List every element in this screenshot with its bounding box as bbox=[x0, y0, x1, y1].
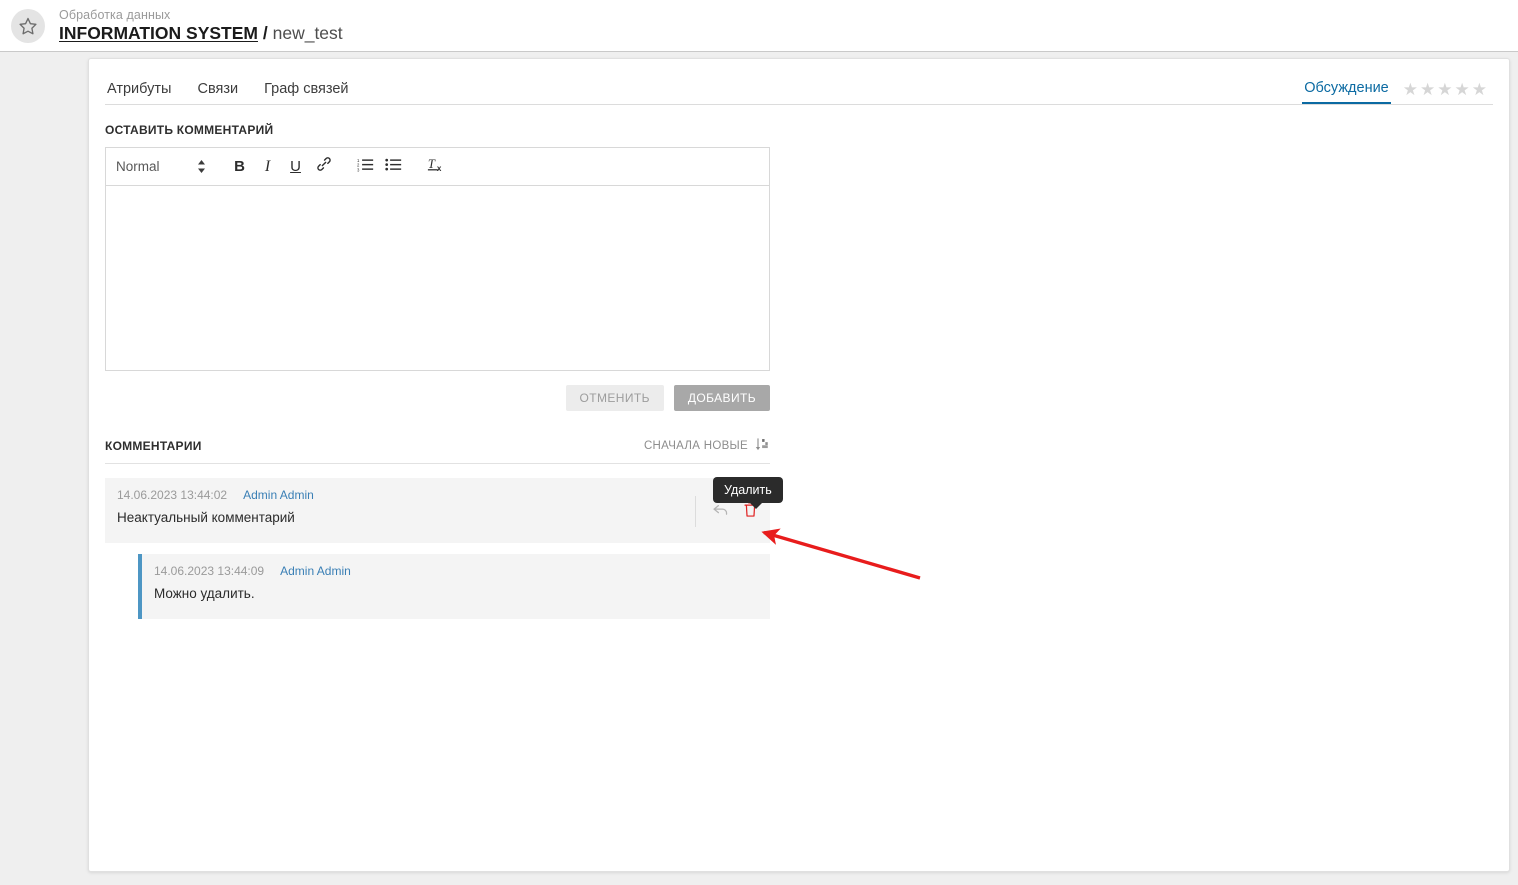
comment-body: 14.06.2023 13:44:09 Admin Admin Можно уд… bbox=[154, 564, 758, 603]
comment-item-reply: 14.06.2023 13:44:09 Admin Admin Можно уд… bbox=[138, 554, 770, 620]
svg-text:x: x bbox=[436, 163, 441, 172]
bullet-list-button[interactable] bbox=[380, 154, 408, 180]
link-icon bbox=[316, 156, 332, 177]
tab-discussion[interactable]: Обсуждение bbox=[1302, 80, 1391, 104]
link-button[interactable] bbox=[310, 154, 338, 180]
comment-form: ОСТАВИТЬ КОММЕНТАРИЙ Normal B I U 1 2 3 … bbox=[89, 105, 1509, 411]
comments-header: КОММЕНТАРИИ СНАЧАЛА НОВЫЕ bbox=[105, 437, 770, 464]
rating-star-2[interactable]: ★ bbox=[1420, 81, 1435, 98]
comment-form-actions: ОТМЕНИТЬ ДОБАВИТЬ bbox=[105, 385, 770, 411]
content-card: Атрибуты Связи Граф связей Обсуждение ★ … bbox=[88, 58, 1510, 872]
clear-formatting-button[interactable]: T x bbox=[422, 154, 450, 180]
rating-stars: ★ ★ ★ ★ ★ bbox=[1403, 81, 1489, 98]
ordered-list-icon: 1 2 3 bbox=[357, 157, 374, 177]
tab-attributes[interactable]: Атрибуты bbox=[107, 81, 171, 104]
italic-button[interactable]: I bbox=[254, 154, 282, 180]
tab-bar: Атрибуты Связи Граф связей Обсуждение ★ … bbox=[105, 75, 1493, 105]
sort-descending-icon bbox=[755, 437, 770, 455]
reply-button[interactable] bbox=[712, 502, 729, 522]
tab-relations[interactable]: Связи bbox=[197, 81, 238, 104]
underline-button[interactable]: U bbox=[282, 154, 310, 180]
clear-formatting-icon: T x bbox=[427, 156, 445, 178]
breadcrumb-system-link[interactable]: INFORMATION SYSTEM bbox=[59, 23, 258, 43]
editor-toolbar: Normal B I U 1 2 3 T x bbox=[105, 147, 770, 185]
favorite-button[interactable] bbox=[11, 8, 45, 43]
comment-body: 14.06.2023 13:44:02 Admin Admin Неактуал… bbox=[117, 488, 695, 527]
chevron-updown-icon bbox=[197, 159, 206, 174]
comment-date: 14.06.2023 13:44:09 bbox=[154, 564, 265, 579]
breadcrumb-current: new_test bbox=[272, 22, 343, 43]
add-comment-button[interactable]: ДОБАВИТЬ bbox=[673, 385, 770, 411]
cancel-button[interactable]: ОТМЕНИТЬ bbox=[565, 385, 664, 411]
rating-star-1[interactable]: ★ bbox=[1403, 81, 1418, 98]
rating-star-5[interactable]: ★ bbox=[1472, 81, 1487, 98]
sort-label: СНАЧАЛА НОВЫЕ bbox=[643, 440, 748, 452]
breadcrumb-parent: Обработка данных bbox=[59, 8, 171, 22]
ordered-list-button[interactable]: 1 2 3 bbox=[352, 154, 380, 180]
comment-date: 14.06.2023 13:44:02 bbox=[117, 488, 228, 502]
tab-bar-right: Обсуждение ★ ★ ★ ★ ★ bbox=[1302, 80, 1489, 104]
comments-title: КОММЕНТАРИИ bbox=[105, 439, 202, 453]
breadcrumb: Обработка данных INFORMATION SYSTEM / ne… bbox=[59, 9, 343, 42]
reply-arrow-icon bbox=[712, 502, 729, 522]
comments-section: КОММЕНТАРИИ СНАЧАЛА НОВЫЕ 14.06.2023 13:… bbox=[89, 411, 786, 620]
comment-item: 14.06.2023 13:44:02 Admin Admin Неактуал… bbox=[105, 478, 770, 544]
comment-input[interactable] bbox=[105, 185, 770, 371]
comment-text: Неактуальный комментарий bbox=[117, 510, 295, 525]
comment-meta: 14.06.2023 13:44:02 Admin Admin bbox=[117, 488, 695, 502]
comment-author[interactable]: Admin Admin bbox=[280, 564, 351, 578]
svg-text:T: T bbox=[427, 157, 435, 171]
star-outline-icon bbox=[18, 16, 38, 36]
bullet-list-icon bbox=[385, 157, 402, 177]
rating-star-4[interactable]: ★ bbox=[1455, 81, 1470, 98]
format-select-value: Normal bbox=[116, 159, 160, 174]
bold-button[interactable]: B bbox=[226, 154, 254, 180]
tab-relation-graph[interactable]: Граф связей bbox=[264, 81, 348, 104]
format-select[interactable]: Normal bbox=[116, 155, 206, 179]
app-header: Обработка данных INFORMATION SYSTEM / ne… bbox=[0, 0, 1518, 52]
breadcrumb-separator: / bbox=[262, 22, 268, 43]
sort-control[interactable]: СНАЧАЛА НОВЫЕ bbox=[644, 437, 770, 455]
comment-author[interactable]: Admin Admin bbox=[243, 488, 314, 502]
comment-text: Можно удалить. bbox=[154, 586, 255, 602]
delete-tooltip: Удалить bbox=[713, 477, 783, 509]
rating-star-3[interactable]: ★ bbox=[1437, 81, 1452, 98]
svg-text:3: 3 bbox=[357, 167, 360, 172]
rich-text-editor: Normal B I U 1 2 3 T x bbox=[105, 147, 770, 371]
comment-meta: 14.06.2023 13:44:09 Admin Admin bbox=[154, 564, 758, 578]
comment-form-label: ОСТАВИТЬ КОММЕНТАРИЙ bbox=[105, 123, 274, 137]
